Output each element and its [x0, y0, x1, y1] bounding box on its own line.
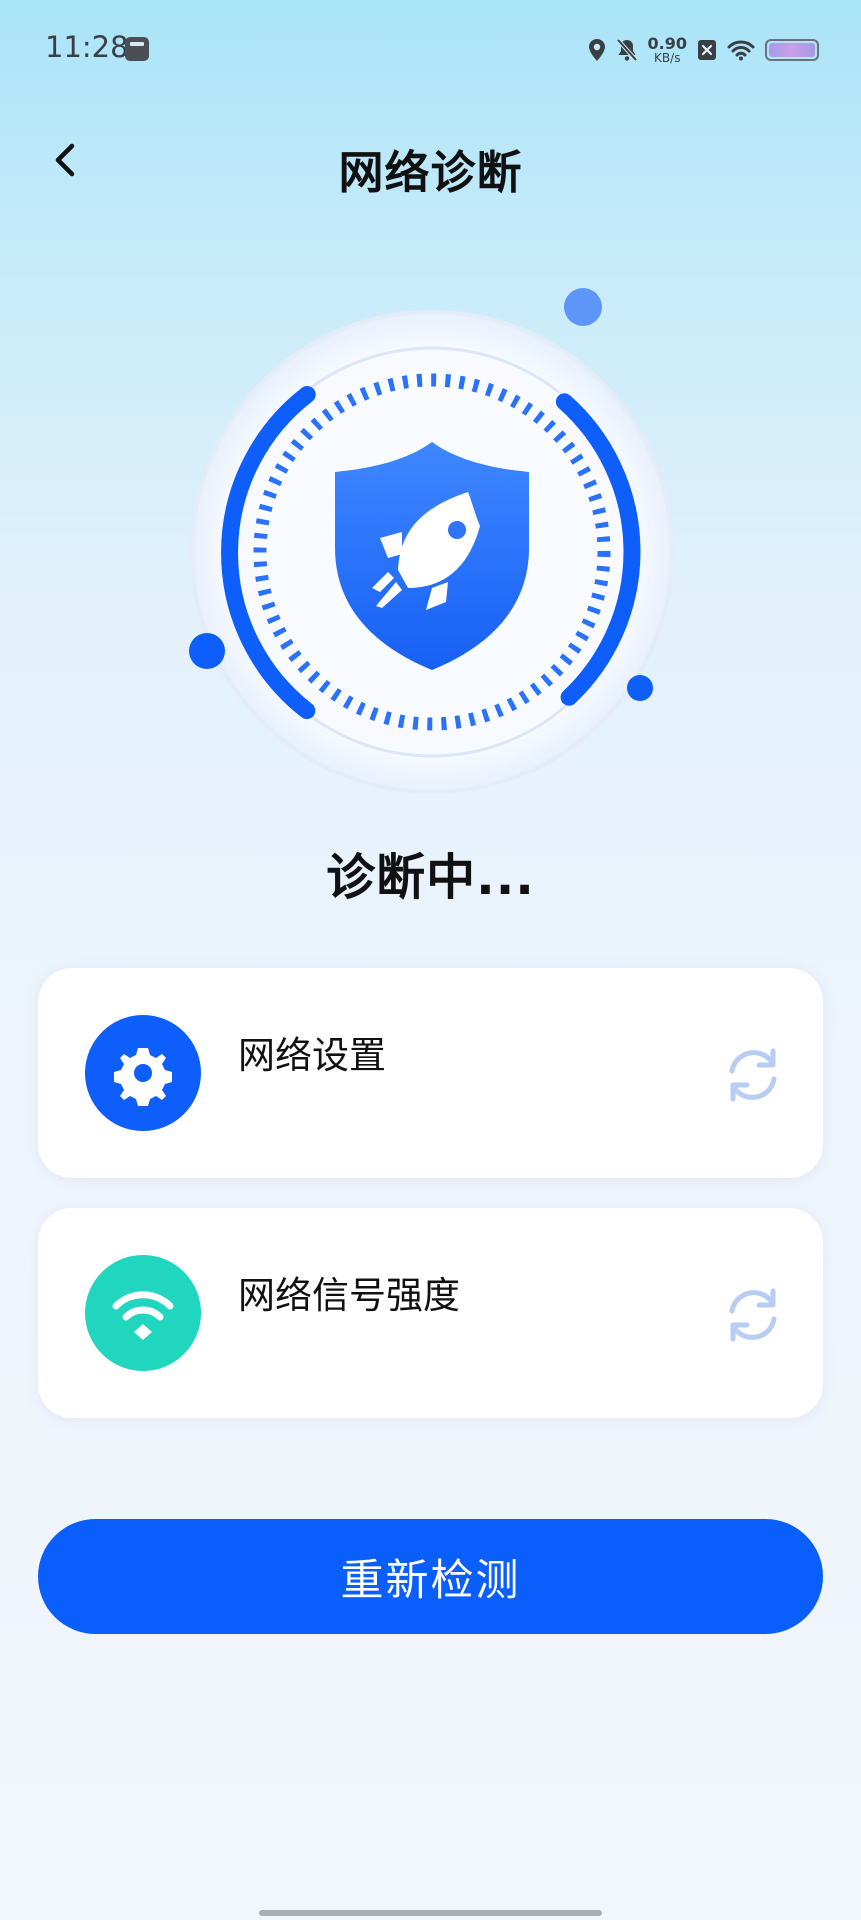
net-speed-value: 0.90 — [647, 34, 687, 53]
check-item-label: 网络信号强度 — [238, 1274, 460, 1317]
bell-muted-icon — [616, 38, 638, 62]
network-settings-icon-badge — [85, 1015, 201, 1131]
wifi-icon — [727, 40, 755, 61]
check-item-network-settings: 网络设置 — [38, 968, 823, 1178]
home-indicator[interactable] — [259, 1910, 602, 1916]
sim-blocked-icon — [698, 40, 716, 60]
net-speed: 0.90 KB/s — [647, 34, 687, 65]
battery-fill — [769, 43, 815, 57]
check-item-label: 网络设置 — [238, 1034, 386, 1077]
decor-dot — [189, 633, 225, 669]
retest-button[interactable]: 重新检测 — [38, 1519, 823, 1634]
gear-icon — [114, 1048, 172, 1106]
wifi-icon — [112, 1291, 174, 1340]
refresh-icon — [729, 1048, 777, 1102]
decor-dot — [564, 288, 602, 326]
location-icon — [588, 39, 605, 61]
decor-dot — [627, 675, 653, 701]
refresh-icon — [729, 1288, 777, 1342]
diagnosis-status-text: 诊断中... — [326, 849, 535, 906]
calendar-app-icon — [125, 37, 149, 61]
status-time: 11:28 — [45, 30, 129, 64]
status-bar: 11:28 0.90 KB/s — [0, 0, 861, 100]
status-icons: 0.90 KB/s — [588, 32, 819, 68]
diagnosis-illustration — [150, 270, 710, 830]
battery-icon — [765, 39, 819, 61]
signal-strength-icon-badge — [85, 1255, 201, 1371]
net-speed-unit: KB/s — [654, 51, 681, 65]
check-item-signal-strength: 网络信号强度 — [38, 1208, 823, 1418]
page-title: 网络诊断 — [338, 146, 523, 199]
header: 网络诊断 — [0, 120, 861, 210]
